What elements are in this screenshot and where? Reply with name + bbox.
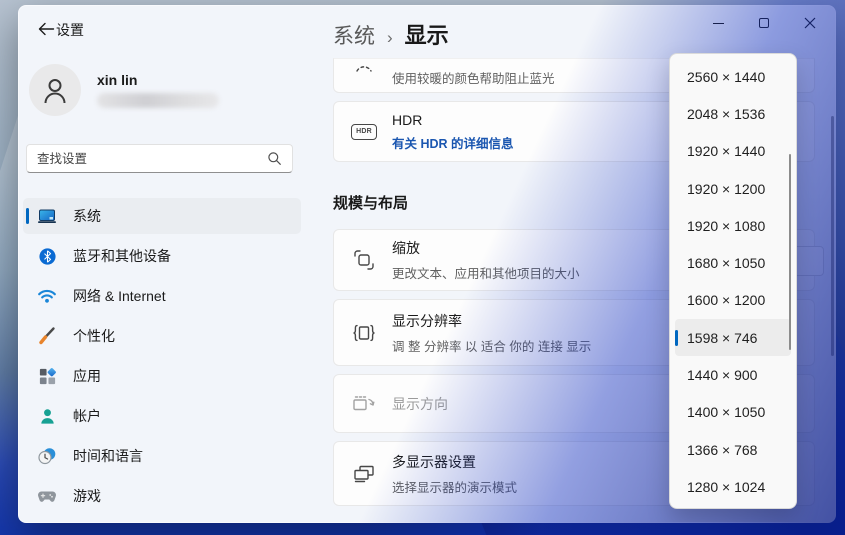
apps-icon: [37, 366, 57, 386]
desktop-wallpaper: 设置 xin lin: [0, 0, 845, 535]
user-name: xin lin: [97, 72, 219, 88]
multi-display-subtitle: 选择显示器的演示模式: [392, 477, 517, 496]
search-box: [26, 144, 293, 173]
sidebar-item-label: 系统: [73, 206, 101, 226]
person-outline-icon: [38, 73, 72, 107]
selected-indicator: [26, 208, 29, 224]
resolution-option[interactable]: 1680 × 1050: [675, 244, 791, 281]
night-light-icon: [351, 63, 377, 73]
sidebar-item-time-language[interactable]: 时间和语言: [23, 438, 301, 474]
scale-title: 缩放: [392, 238, 580, 258]
resolution-option[interactable]: 2560 × 1440: [675, 58, 791, 95]
resolution-option[interactable]: 1366 × 768: [675, 431, 791, 468]
resolution-option-selected[interactable]: 1598 × 746: [675, 319, 791, 356]
orientation-title: 显示方向: [392, 394, 448, 414]
sidebar-item-personalization[interactable]: 个性化: [23, 318, 301, 354]
page-scrollbar[interactable]: [831, 116, 834, 356]
person-icon: [37, 406, 57, 426]
search-icon: [267, 151, 282, 166]
resolution-option[interactable]: 1600 × 1200: [675, 282, 791, 319]
hdr-icon: HDR: [351, 124, 377, 140]
resolution-option[interactable]: 1280 × 1024: [675, 468, 791, 505]
scale-icon: [351, 249, 377, 271]
multi-display-icon: [351, 464, 377, 484]
resolution-icon: [351, 323, 377, 343]
sidebar-item-bluetooth-devices[interactable]: 蓝牙和其他设备: [23, 238, 301, 274]
sidebar-nav: 系统 蓝牙和其他设备: [23, 198, 301, 518]
multi-display-title: 多显示器设置: [392, 452, 517, 472]
resolution-option[interactable]: 2048 × 1536: [675, 95, 791, 132]
laptop-icon: [37, 206, 57, 226]
sidebar-item-label: 网络 & Internet: [73, 286, 166, 306]
breadcrumb: 系统 › 显示: [333, 18, 449, 50]
resolution-option[interactable]: 1920 × 1200: [675, 170, 791, 207]
sidebar-item-label: 应用: [73, 366, 101, 386]
resolution-subtitle: 调 整 分辨率 以 适合 你的 连接 显示: [392, 336, 591, 355]
sidebar-item-label: 蓝牙和其他设备: [73, 246, 171, 266]
user-email-redacted: [97, 93, 219, 108]
sidebar-item-system[interactable]: 系统: [23, 198, 301, 234]
dropdown-scrollbar[interactable]: [789, 154, 792, 350]
scale-subtitle: 更改文本、应用和其他项目的大小: [392, 263, 580, 282]
user-profile[interactable]: xin lin: [29, 64, 219, 116]
orientation-icon: [351, 394, 377, 414]
sidebar-item-network-internet[interactable]: 网络 & Internet: [23, 278, 301, 314]
avatar: [29, 64, 81, 116]
settings-sidebar: xin lin: [19, 6, 324, 522]
resolution-title: 显示分辨率: [392, 311, 591, 331]
gamepad-icon: [37, 486, 57, 506]
breadcrumb-system[interactable]: 系统: [333, 20, 375, 50]
sidebar-item-label: 个性化: [73, 326, 115, 346]
resolution-option[interactable]: 1400 × 1050: [675, 394, 791, 431]
hdr-info-link[interactable]: 有关 HDR 的详细信息: [392, 133, 514, 152]
hdr-title: HDR: [392, 112, 514, 128]
sidebar-item-apps[interactable]: 应用: [23, 358, 301, 394]
clock-icon: [37, 446, 57, 466]
page-title: 显示: [405, 18, 449, 50]
settings-window: 设置 xin lin: [18, 5, 836, 523]
resolution-option[interactable]: 1920 × 1080: [675, 207, 791, 244]
section-title-scale-layout: 规模与布局: [333, 192, 408, 213]
breadcrumb-separator: ›: [387, 28, 393, 48]
sidebar-item-label: 帐户: [73, 406, 101, 426]
selected-indicator: [675, 330, 678, 346]
night-light-subtitle: 使用较暖的颜色帮助阻止蓝光: [392, 68, 555, 87]
wifi-icon: [37, 286, 57, 306]
sidebar-item-accounts[interactable]: 帐户: [23, 398, 301, 434]
search-input[interactable]: [27, 152, 267, 166]
resolution-option[interactable]: 1920 × 1440: [675, 133, 791, 170]
bluetooth-icon: [37, 246, 57, 266]
resolution-option[interactable]: 1440 × 900: [675, 356, 791, 393]
sidebar-item-label: 时间和语言: [73, 446, 143, 466]
sidebar-item-label: 游戏: [73, 486, 101, 506]
paintbrush-icon: [37, 326, 57, 346]
sidebar-item-gaming[interactable]: 游戏: [23, 478, 301, 514]
resolution-dropdown: 2560 × 1440 2048 × 1536 1920 × 1440 1920…: [669, 53, 797, 509]
